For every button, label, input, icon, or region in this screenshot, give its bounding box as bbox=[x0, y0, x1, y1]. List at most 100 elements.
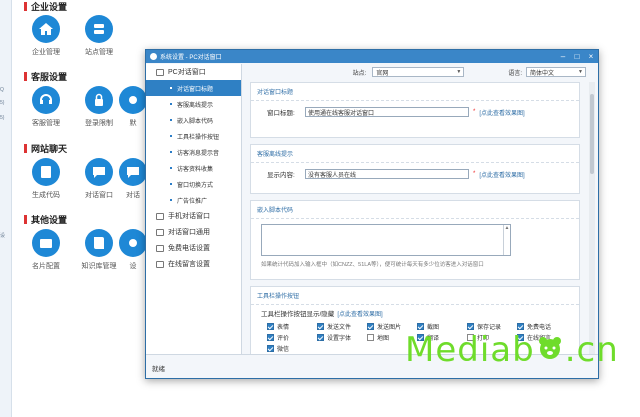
checkbox-checked-icon[interactable] bbox=[267, 345, 274, 352]
settings-content: 对话窗口标题 窗口标题: 使用通在线客服对话窗口 * [点此查看效果图] 客服离… bbox=[250, 82, 586, 354]
tile-label: 登录限制 bbox=[85, 120, 113, 127]
panel-embed-script: 嵌入脚本代码 ▲ 如果统计代码加入输入框中（如CNZZ、51LA等），便可统计每… bbox=[250, 200, 580, 280]
app-logo-icon bbox=[150, 53, 157, 60]
status-text: 就绪 bbox=[152, 366, 165, 373]
tile-chat-partial[interactable]: 对话 bbox=[118, 158, 148, 200]
checkbox-checked-icon[interactable] bbox=[417, 323, 424, 330]
checkbox-checked-icon[interactable] bbox=[267, 323, 274, 330]
tile-label: 企业管理 bbox=[32, 49, 60, 56]
watermark-text-right: .cn bbox=[564, 330, 619, 370]
chat-icon bbox=[119, 158, 147, 186]
sidebar-item-window-title[interactable]: 对话窗口标题 bbox=[146, 80, 241, 96]
panel-heading: 客服离线提示 bbox=[251, 145, 579, 163]
content-scrollbar[interactable] bbox=[589, 82, 595, 354]
checkbox-checked-icon[interactable] bbox=[267, 334, 274, 341]
watermark-text-left: Mediab bbox=[405, 330, 535, 370]
left-strip: Q 5) 5) 设 bbox=[0, 0, 12, 417]
left-strip-text: 5) bbox=[0, 100, 5, 106]
tile-site-manage[interactable]: 站点管理 bbox=[74, 15, 124, 57]
checkbox-checked-icon[interactable] bbox=[367, 323, 374, 330]
offline-content-input[interactable]: 没有客服人员在线 bbox=[305, 169, 469, 179]
minimize-button[interactable]: – bbox=[556, 50, 570, 63]
panel-heading: 嵌入脚本代码 bbox=[251, 201, 579, 219]
sidebar-item-window-switch[interactable]: 窗口切换方式 bbox=[146, 176, 241, 192]
close-button[interactable]: × bbox=[584, 50, 598, 63]
section-title-other: 其他设置 bbox=[24, 213, 67, 226]
panel-offline-tip: 客服离线提示 显示内容: 没有客服人员在线 * [点此查看效果图] bbox=[250, 144, 580, 194]
checkbox-unchecked-icon[interactable] bbox=[367, 334, 374, 341]
sidebar-item-ad-promo[interactable]: 广告位推广 bbox=[146, 192, 241, 208]
chat-icon bbox=[156, 228, 164, 236]
monitor-icon bbox=[156, 68, 164, 76]
maximize-button[interactable]: □ bbox=[570, 50, 584, 63]
tile-other-partial[interactable]: 设 bbox=[118, 229, 148, 271]
site-select[interactable]: 官网 ▼ bbox=[372, 67, 465, 77]
left-strip-text: 设 bbox=[0, 233, 6, 239]
tile-knowledge-base[interactable]: 知识库管理 bbox=[74, 229, 124, 271]
tile-enterprise-manage[interactable]: 企业管理 bbox=[21, 15, 71, 57]
tile-service-manage[interactable]: 客服管理 bbox=[21, 86, 71, 128]
chat-icon bbox=[85, 158, 113, 186]
language-select[interactable]: 简体中文 ▼ bbox=[526, 67, 586, 77]
bullet-icon bbox=[170, 103, 172, 105]
toolbar-option-checkbox[interactable]: 评价 bbox=[267, 333, 317, 342]
tile-label: 生成代码 bbox=[32, 192, 60, 199]
language-label: 语言: bbox=[508, 70, 522, 77]
sidebar-item-online-message[interactable]: 在线留言设置 bbox=[146, 256, 241, 272]
sidebar-item-pc-window[interactable]: PC对话窗口 bbox=[146, 64, 241, 80]
dialog-title: 系统设置 - PC对话窗口 bbox=[160, 55, 222, 61]
toolbar-option-checkbox[interactable]: 微信 bbox=[267, 344, 317, 353]
section-title-chat: 网站聊天 bbox=[24, 142, 67, 155]
sidebar-item-mobile-window[interactable]: 手机对话窗口 bbox=[146, 208, 241, 224]
checkbox-label: 地图 bbox=[377, 336, 390, 342]
textarea-scrollbar[interactable]: ▲ bbox=[503, 225, 510, 255]
toolbar-option-checkbox[interactable]: 设置字体 bbox=[317, 333, 367, 342]
tile-label: 客服管理 bbox=[32, 120, 60, 127]
preview-link[interactable]: [点此查看效果图] bbox=[337, 309, 382, 318]
checkbox-checked-icon[interactable] bbox=[517, 323, 524, 330]
left-strip-text: 5) bbox=[0, 115, 5, 121]
toolbar-option-checkbox[interactable]: 发送文件 bbox=[317, 322, 367, 331]
section-title-enterprise: 企业设置 bbox=[24, 0, 67, 13]
sidebar-item-offline-tip[interactable]: 客服离线提示 bbox=[146, 96, 241, 112]
checkbox-label: 评价 bbox=[277, 336, 290, 342]
preview-link[interactable]: [点此查看效果图] bbox=[479, 170, 524, 179]
required-mark: * bbox=[473, 109, 476, 115]
checkbox-label: 微信 bbox=[277, 347, 290, 353]
tile-label: 对话 bbox=[126, 192, 140, 199]
checkbox-checked-icon[interactable] bbox=[467, 323, 474, 330]
tile-partial[interactable]: 默 bbox=[118, 86, 148, 128]
sidebar-item-embed-script[interactable]: 嵌入脚本代码 bbox=[146, 112, 241, 128]
tile-label: 对话窗口 bbox=[85, 192, 113, 199]
dialog-topbar: 站点: 官网 ▼ 语言: 简体中文 ▼ bbox=[244, 66, 586, 78]
required-mark: * bbox=[473, 171, 476, 177]
scrollbar-thumb[interactable] bbox=[590, 94, 594, 174]
checkbox-label: 设置字体 bbox=[327, 336, 352, 342]
panel-window-title: 对话窗口标题 窗口标题: 使用通在线客服对话窗口 * [点此查看效果图] bbox=[250, 82, 580, 138]
dialog-titlebar[interactable]: 系统设置 - PC对话窗口 – □ × bbox=[146, 50, 598, 63]
settings-sidebar: PC对话窗口 对话窗口标题 客服离线提示 嵌入脚本代码 工具栏操作按钮 访客消息… bbox=[146, 64, 242, 354]
bullet-icon bbox=[170, 119, 172, 121]
tile-card-config[interactable]: 名片配置 bbox=[21, 229, 71, 271]
toolbar-option-checkbox[interactable]: 表情 bbox=[267, 322, 317, 331]
sidebar-item-toolbar-buttons[interactable]: 工具栏操作按钮 bbox=[146, 128, 241, 144]
sidebar-item-free-call[interactable]: 免费电话设置 bbox=[146, 240, 241, 256]
bullet-icon bbox=[170, 151, 172, 153]
tile-chat-window[interactable]: 对话窗口 bbox=[74, 158, 124, 200]
window-title-input[interactable]: 使用通在线客服对话窗口 bbox=[305, 107, 469, 117]
checkbox-label: 发送文件 bbox=[327, 325, 352, 331]
checkbox-checked-icon[interactable] bbox=[317, 323, 324, 330]
script-code-textarea[interactable]: ▲ bbox=[261, 224, 511, 256]
tile-login-limit[interactable]: 登录限制 bbox=[74, 86, 124, 128]
sidebar-item-message-sound[interactable]: 访客消息提示音 bbox=[146, 144, 241, 160]
sidebar-item-window-common[interactable]: 对话窗口通用 bbox=[146, 224, 241, 240]
preview-link[interactable]: [点此查看效果图] bbox=[479, 108, 524, 117]
tile-label: 站点管理 bbox=[85, 49, 113, 56]
toolbar-toggle-label: 工具栏操作按钮显示/隐藏 bbox=[261, 311, 335, 318]
tile-label: 知识库管理 bbox=[81, 263, 117, 270]
sidebar-item-visitor-info[interactable]: 访客资料收集 bbox=[146, 160, 241, 176]
section-title-service: 客服设置 bbox=[24, 70, 67, 83]
tile-gen-code[interactable]: 生成代码 bbox=[21, 158, 71, 200]
checkbox-checked-icon[interactable] bbox=[317, 334, 324, 341]
window-title-label: 窗口标题: bbox=[267, 110, 295, 117]
